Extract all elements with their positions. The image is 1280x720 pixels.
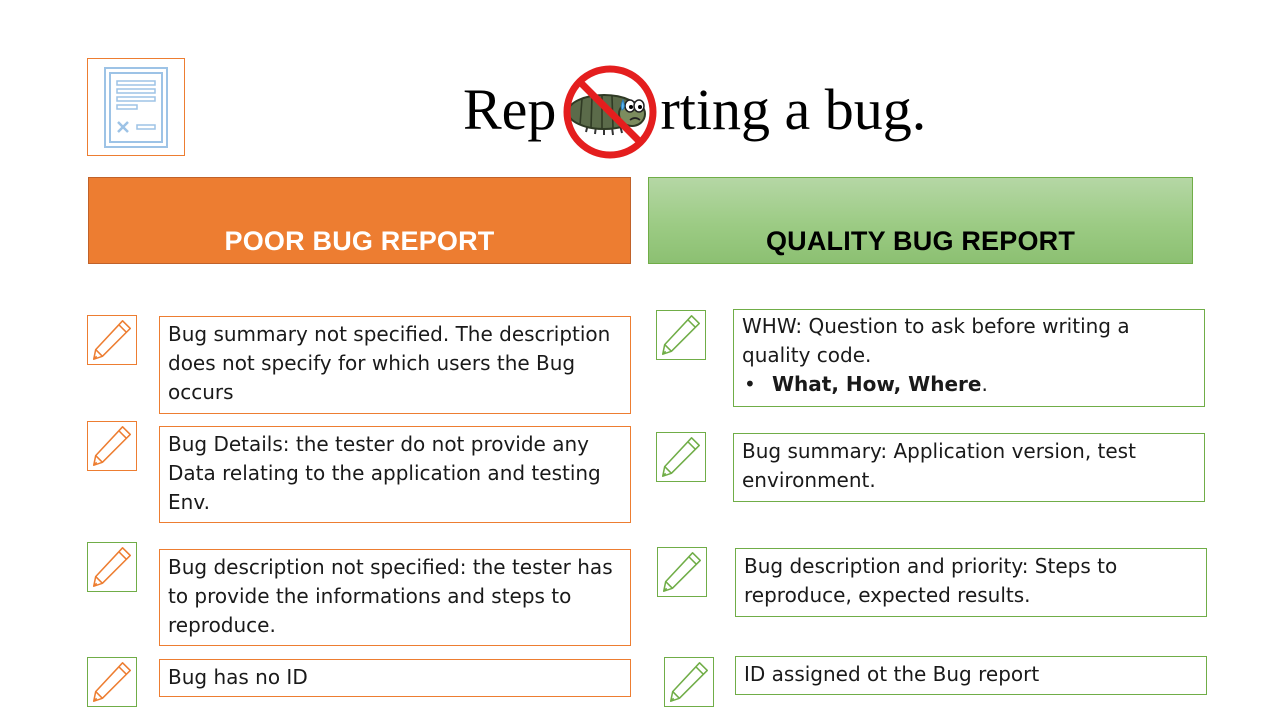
pencil-icon: [87, 542, 137, 592]
document-form-icon: [104, 67, 168, 148]
quality-item-2: Bug summary: Application version, test e…: [733, 433, 1205, 502]
quality-item-4-text: ID assigned ot the Bug report: [744, 662, 1040, 686]
quality-item-3: Bug description and priority: Steps to r…: [735, 548, 1207, 617]
pencil-icon: [656, 310, 706, 360]
pencil-icon: [656, 432, 706, 482]
bullet-bold-text: What, How, Where: [772, 372, 982, 396]
title-part-1: Rep: [463, 77, 557, 142]
quality-item-2-text: Bug summary: Application version, test e…: [742, 439, 1136, 492]
poor-item-1: Bug summary not specified. The descripti…: [159, 316, 631, 414]
poor-item-3: Bug description not specified: the teste…: [159, 549, 631, 646]
pencil-icon: [657, 547, 707, 597]
poor-report-header: POOR BUG REPORT: [88, 177, 631, 264]
pencil-icon: [87, 315, 137, 365]
poor-report-header-label: POOR BUG REPORT: [224, 226, 495, 256]
quality-item-3-text: Bug description and priority: Steps to r…: [744, 554, 1118, 607]
quality-item-1-text: WHW: Question to ask before writing a qu…: [742, 314, 1130, 367]
title-part-2: rting a bug.: [660, 77, 927, 142]
document-icon-box: [87, 58, 185, 156]
quality-report-header-label: QUALITY BUG REPORT: [765, 226, 1076, 256]
poor-item-2-text: Bug Details: the tester do not provide a…: [168, 432, 601, 514]
quality-report-header: QUALITY BUG REPORT: [648, 177, 1193, 264]
pencil-icon: [87, 657, 137, 707]
quality-item-1: WHW: Question to ask before writing a qu…: [733, 309, 1205, 407]
poor-item-3-text: Bug description not specified: the teste…: [168, 555, 613, 637]
poor-item-1-text: Bug summary not specified. The descripti…: [168, 322, 611, 404]
bullet-suffix: .: [981, 372, 988, 396]
pencil-icon: [87, 421, 137, 471]
poor-item-4-text: Bug has no ID: [168, 665, 308, 689]
poor-item-2: Bug Details: the tester do not provide a…: [159, 426, 631, 523]
pencil-icon: [664, 657, 714, 707]
bullet-item: What, How, Where.: [742, 370, 1196, 399]
page-title: Rep rting a bug.: [463, 70, 926, 150]
no-bug-icon: [563, 65, 657, 159]
quality-item-1-bullets: What, How, Where.: [742, 370, 1196, 399]
quality-item-4: ID assigned ot the Bug report: [735, 656, 1207, 695]
poor-item-4: Bug has no ID: [159, 659, 631, 697]
